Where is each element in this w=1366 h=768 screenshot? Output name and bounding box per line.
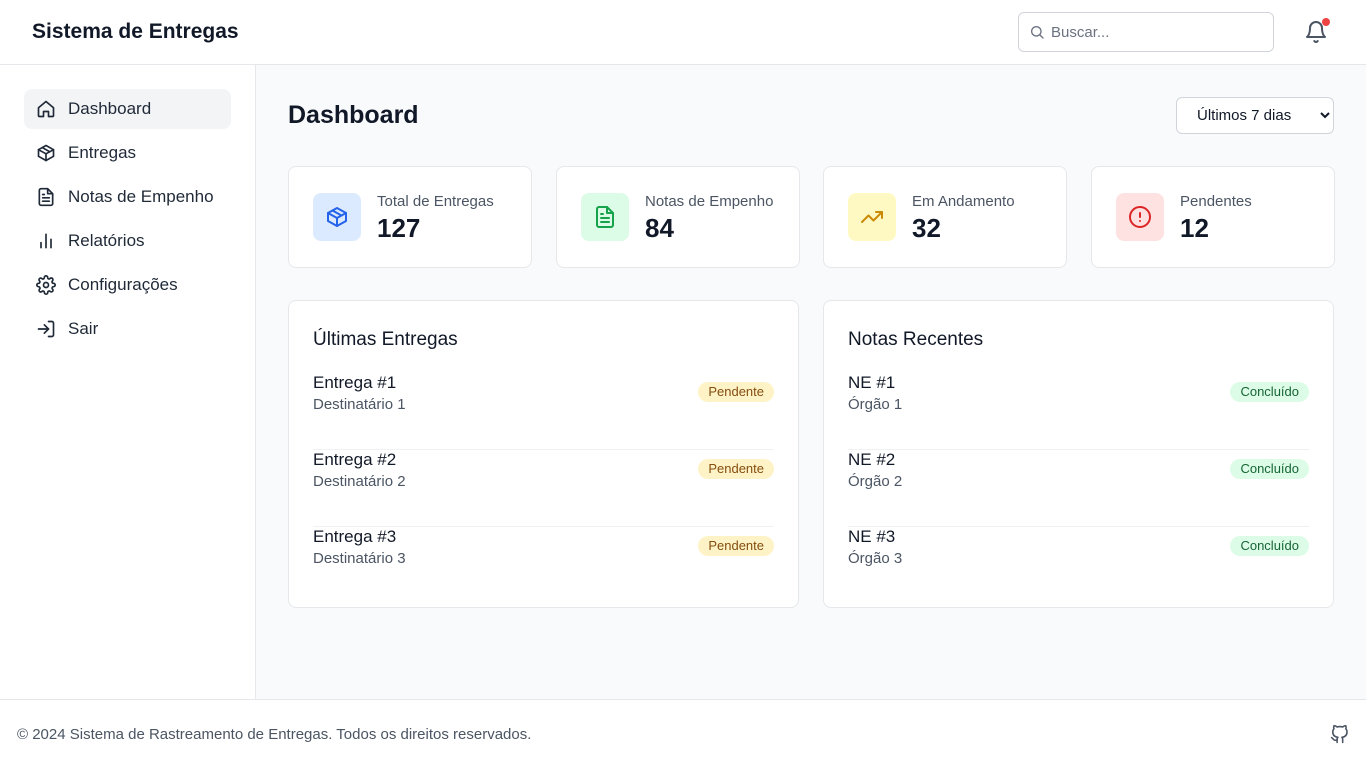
stat-label: Pendentes — [1180, 193, 1252, 210]
stat-card-total-entregas: Total de Entregas 127 — [288, 166, 532, 268]
item-title: NE #3 — [848, 527, 896, 546]
status-badge: Pendente — [698, 382, 774, 402]
item-title: Entrega #3 — [313, 527, 397, 546]
stat-icon-box — [1116, 193, 1164, 241]
list-item[interactable]: Entrega #1 Destinatário 1 Pendente — [313, 373, 774, 450]
list-item[interactable]: NE #2 Órgão 2 Concluído — [848, 450, 1309, 527]
page-title: Dashboard — [288, 101, 419, 129]
search-icon — [1031, 26, 1044, 39]
top-bar: Sistema de Entregas — [0, 0, 1366, 65]
main-content: Dashboard Últimos 7 dias Total de Entreg… — [256, 65, 1366, 699]
item-title: NE #2 — [848, 450, 896, 469]
stat-icon-box — [581, 193, 629, 241]
sidebar-item-label: Entregas — [68, 143, 137, 162]
status-badge: Concluído — [1230, 536, 1309, 556]
sidebar-item-label: Dashboard — [68, 99, 152, 118]
card-title: Últimas Entregas — [313, 329, 458, 350]
home-icon — [37, 100, 55, 118]
item-subtitle: Órgão 3 — [848, 550, 903, 567]
stat-label: Em Andamento — [912, 193, 1015, 210]
search-box[interactable] — [1018, 12, 1274, 52]
list-item[interactable]: NE #3 Órgão 3 Concluído — [848, 527, 1309, 604]
item-title: Entrega #2 — [313, 450, 397, 469]
log-in-icon — [37, 320, 55, 338]
sidebar-item-label: Relatórios — [68, 231, 145, 250]
item-subtitle: Destinatário 3 — [313, 550, 406, 567]
package-icon — [37, 144, 55, 162]
stat-icon-box — [848, 193, 896, 241]
stat-card-pendentes: Pendentes 12 — [1091, 166, 1335, 268]
notification-dot — [1322, 18, 1330, 26]
card-title: Notas Recentes — [848, 329, 984, 350]
bar-chart-icon — [40, 233, 52, 249]
gear-icon — [36, 275, 56, 295]
sidebar-item-label: Notas de Empenho — [68, 187, 214, 206]
package-icon — [327, 207, 347, 227]
recent-notes-card: Notas Recentes NE #1 Órgão 1 Concluído N… — [823, 300, 1334, 608]
status-badge: Pendente — [698, 536, 774, 556]
sidebar-item-label: Sair — [68, 319, 99, 338]
search-input[interactable] — [1051, 13, 1267, 51]
alert-circle-icon — [1129, 206, 1151, 228]
item-title: Entrega #1 — [313, 373, 397, 392]
item-subtitle: Órgão 1 — [848, 396, 903, 413]
app-title[interactable]: Sistema de Entregas — [32, 20, 239, 44]
github-icon[interactable] — [1330, 725, 1349, 744]
file-text-icon — [38, 187, 54, 207]
stat-value: 32 — [912, 213, 941, 243]
sidebar-item-sair[interactable]: Sair — [24, 309, 231, 349]
latest-deliveries-card: Últimas Entregas Entrega #1 Destinatário… — [288, 300, 799, 608]
item-subtitle: Destinatário 2 — [313, 473, 406, 490]
status-badge: Concluído — [1230, 382, 1309, 402]
list-item[interactable]: Entrega #2 Destinatário 2 Pendente — [313, 450, 774, 527]
item-subtitle: Órgão 2 — [848, 473, 903, 490]
stat-label: Total de Entregas — [377, 193, 494, 210]
sidebar-item-relatorios[interactable]: Relatórios — [24, 221, 231, 261]
list-item[interactable]: NE #1 Órgão 1 Concluído — [848, 373, 1309, 450]
sidebar: Dashboard Entregas Notas de Empenho Rela… — [0, 65, 256, 699]
stat-value: 12 — [1180, 213, 1209, 243]
status-badge: Concluído — [1230, 459, 1309, 479]
stat-card-notas-empenho: Notas de Empenho 84 — [556, 166, 800, 268]
stat-value: 84 — [645, 213, 674, 243]
sidebar-item-label: Configurações — [68, 275, 178, 294]
sidebar-item-dashboard[interactable]: Dashboard — [24, 89, 231, 129]
period-select[interactable]: Últimos 7 dias — [1176, 97, 1334, 134]
status-badge: Pendente — [698, 459, 774, 479]
item-title: NE #1 — [848, 373, 896, 392]
stat-icon-box — [313, 193, 361, 241]
stat-card-em-andamento: Em Andamento 32 — [823, 166, 1067, 268]
stat-value: 127 — [377, 213, 421, 243]
trending-up-icon — [861, 211, 883, 223]
sidebar-item-entregas[interactable]: Entregas — [24, 133, 231, 173]
footer: © 2024 Sistema de Rastreamento de Entreg… — [0, 699, 1366, 768]
file-text-icon — [596, 206, 614, 228]
sidebar-item-notas[interactable]: Notas de Empenho — [24, 177, 231, 217]
item-subtitle: Destinatário 1 — [313, 396, 406, 413]
stat-label: Notas de Empenho — [645, 193, 774, 210]
copyright-text: © 2024 Sistema de Rastreamento de Entreg… — [17, 726, 532, 743]
list-item[interactable]: Entrega #3 Destinatário 3 Pendente — [313, 527, 774, 604]
sidebar-item-configuracoes[interactable]: Configurações — [24, 265, 231, 305]
